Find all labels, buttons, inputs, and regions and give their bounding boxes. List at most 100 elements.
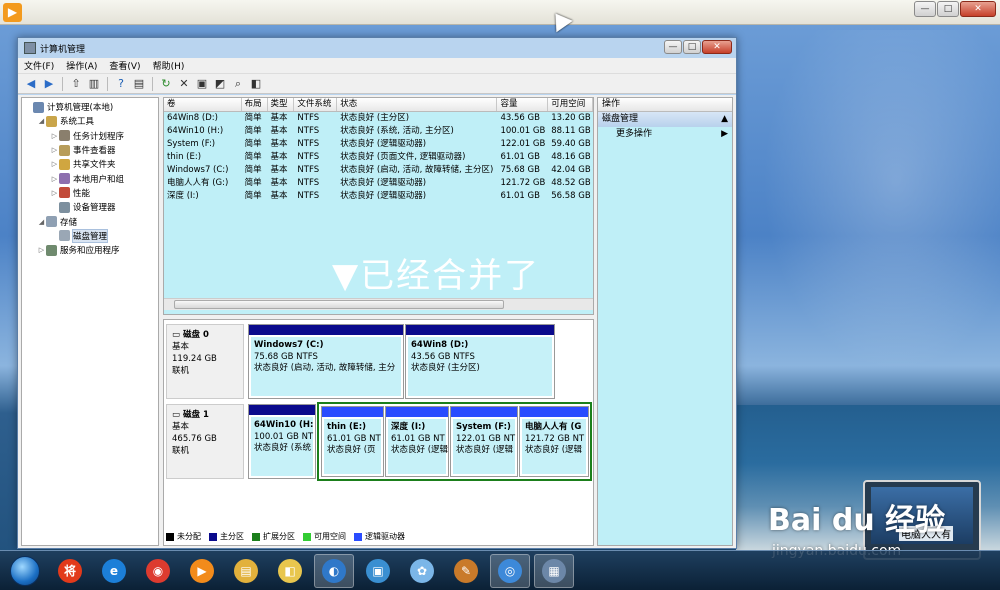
menu-help[interactable]: 帮助(H): [153, 59, 185, 72]
table-cell: NTFS: [297, 165, 320, 175]
disk-name: ▭ 磁盘 0: [172, 330, 209, 340]
tree-item[interactable]: ◢ 存储: [22, 214, 158, 228]
tree-item[interactable]: ▷ 共享文件夹: [22, 157, 158, 171]
forward-arrow-icon[interactable]: ▶: [42, 77, 56, 91]
taskbar-app[interactable]: ◧: [270, 554, 310, 588]
taskbar-app[interactable]: 将: [50, 554, 90, 588]
partition-64win10[interactable]: 64Win10 (H: 100.01 GB NT 状态良好 (系统: [248, 404, 316, 479]
tool-icon: ✿: [410, 558, 434, 583]
refresh-icon[interactable]: ↻: [159, 77, 173, 91]
close-icon[interactable]: ✕: [702, 40, 732, 54]
back-arrow-icon[interactable]: ◀: [24, 77, 38, 91]
viewer-logo-icon[interactable]: ▶: [3, 3, 22, 22]
menu-view[interactable]: 查看(V): [109, 59, 140, 72]
menu-action[interactable]: 操作(A): [66, 59, 97, 72]
table-cell: NTFS: [297, 178, 320, 188]
table-row[interactable]: 64Win8 (D:) 简单 基本 NTFS 状态良好 (主分区) 43.56 GB 13.…: [164, 112, 593, 125]
partition-shendu[interactable]: 深度 (I:) 61.01 GB NT 状态良好 (逻辑: [385, 406, 449, 477]
minimize-icon[interactable]: —: [664, 40, 682, 54]
table-cell: 状态良好 (页面文件, 逻辑驱动器): [340, 152, 466, 162]
partition-windows7[interactable]: Windows7 (C:) 75.68 GB NTFS 状态良好 (启动, 活动…: [248, 324, 404, 399]
column-header-filesystem[interactable]: 文件系统: [294, 98, 338, 111]
tree-item[interactable]: 计算机管理(本地): [22, 100, 158, 114]
tree-item-label: 计算机管理(本地): [47, 103, 114, 114]
expand-arrow-icon[interactable]: ▷: [50, 175, 59, 183]
expand-arrow-icon[interactable]: ▷: [50, 189, 59, 197]
disk-size: 465.76 GB: [172, 434, 217, 444]
table-row[interactable]: 64Win10 (H:) 简单 基本 NTFS 状态良好 (系统, 活动, 主分区) 10…: [164, 125, 593, 138]
up-folder-icon[interactable]: ⇧: [69, 77, 83, 91]
tree-item[interactable]: ▷ 本地用户和组: [22, 171, 158, 185]
scrollbar-thumb[interactable]: [174, 300, 504, 309]
horizontal-scrollbar[interactable]: [164, 298, 593, 310]
tree-item[interactable]: ▷ 性能: [22, 186, 158, 200]
tree-item[interactable]: ◢ 系统工具: [22, 114, 158, 128]
column-header-layout[interactable]: 布局: [242, 98, 268, 111]
explorer-icon: ▤: [234, 558, 258, 583]
maximize-icon[interactable]: □: [937, 1, 959, 17]
partition-64win8[interactable]: 64Win8 (D:) 43.56 GB NTFS 状态良好 (主分区): [405, 324, 555, 399]
expand-arrow-icon[interactable]: ▷: [50, 146, 59, 154]
table-cell: 基本: [270, 126, 288, 136]
taskbar-app[interactable]: ◉: [138, 554, 178, 588]
expand-arrow-icon[interactable]: ▷: [50, 132, 59, 140]
taskbar-app[interactable]: ▣: [358, 554, 398, 588]
remote-icon: ▣: [366, 558, 390, 583]
open-icon[interactable]: ◩: [213, 77, 227, 91]
expand-arrow-icon[interactable]: ◢: [37, 218, 46, 226]
table-row[interactable]: System (F:) 简单 基本 NTFS 状态良好 (逻辑驱动器) 122.01 GB…: [164, 138, 593, 151]
partition-status: 状态良好 (系统: [254, 443, 312, 453]
taskbar-app[interactable]: ◎: [490, 553, 530, 588]
maximize-icon[interactable]: □: [683, 40, 701, 54]
column-header-volume[interactable]: 卷: [164, 98, 242, 111]
more-actions-item[interactable]: 更多操作 ▶: [598, 127, 732, 142]
column-header-free-space[interactable]: 可用空间: [548, 98, 593, 111]
partition-thin[interactable]: thin (E:) 61.01 GB NT 状态良好 (页: [321, 406, 384, 477]
minimize-icon[interactable]: —: [914, 1, 936, 17]
tree-item[interactable]: ▷ 事件查看器: [22, 143, 158, 157]
partition-system[interactable]: System (F:) 122.01 GB NT 状态良好 (逻辑: [450, 406, 518, 477]
annotation-text: ▼已经合并了: [332, 256, 541, 296]
actions-section-disk-management[interactable]: 磁盘管理 ▲: [598, 112, 732, 127]
expand-arrow-icon[interactable]: ▷: [37, 246, 46, 254]
taskbar-app[interactable]: ▦: [534, 553, 574, 588]
taskbar-app[interactable]: ✿: [402, 554, 442, 588]
legend-swatch: [252, 532, 260, 541]
expand-arrow-icon[interactable]: ▷: [50, 160, 59, 168]
partition-name: Windows7 (C:): [254, 340, 324, 350]
help-icon[interactable]: ?: [114, 77, 128, 91]
tree-item[interactable]: ▷ 服务和应用程序: [22, 243, 158, 257]
legend-swatch: [354, 532, 362, 541]
tree-item[interactable]: 磁盘管理: [22, 228, 158, 243]
delete-icon[interactable]: ✕: [177, 77, 191, 91]
table-row[interactable]: Windows7 (C:) 简单 基本 NTFS 状态良好 (启动, 活动, 故障转储,…: [164, 164, 593, 177]
table-row[interactable]: 电脑人人有 (G:) 简单 基本 NTFS 状态良好 (逻辑驱动器) 121.72 GB 4…: [164, 177, 593, 190]
taskbar-app[interactable]: ▶: [182, 554, 222, 588]
table-row[interactable]: 深度 (I:) 简单 基本 NTFS 状态良好 (逻辑驱动器) 61.01 GB 56.58…: [164, 190, 593, 203]
disk-tool-icon[interactable]: ◧: [249, 77, 263, 91]
expand-arrow-icon[interactable]: ◢: [37, 117, 46, 125]
table-row[interactable]: thin (E:) 简单 基本 NTFS 状态良好 (页面文件, 逻辑驱动器) 61.01…: [164, 151, 593, 164]
partition-diannaorenrenyou[interactable]: 电脑人人有 (G 121.72 GB NT 状态良好 (逻辑: [519, 406, 589, 477]
show-hide-tree-icon[interactable]: ▥: [87, 77, 101, 91]
properties-icon[interactable]: ▣: [195, 77, 209, 91]
taskbar-app[interactable]: ✎: [446, 554, 486, 588]
menu-file[interactable]: 文件(F): [24, 59, 54, 72]
column-header-type[interactable]: 类型: [268, 98, 295, 111]
disk-0-label[interactable]: ▭ 磁盘 0 基本 119.24 GB 联机: [166, 324, 244, 399]
column-header-status[interactable]: 状态: [337, 98, 498, 111]
start-button[interactable]: [10, 555, 40, 586]
taskbar-app[interactable]: ▤: [226, 554, 266, 588]
disk-1-label[interactable]: ▭ 磁盘 1 基本 465.76 GB 联机: [166, 404, 244, 479]
tree-item-label: 服务和应用程序: [60, 246, 120, 257]
taskbar-app[interactable]: e: [94, 554, 134, 588]
taskbar-app[interactable]: ◐: [314, 553, 354, 588]
search-icon[interactable]: ⌕: [231, 77, 245, 91]
tree-item[interactable]: 设备管理器: [22, 200, 158, 214]
toolbar: ◀ ▶ ⇧ ▥ ? ▤ ↻ ✕ ▣ ◩ ⌕ ◧: [18, 74, 736, 94]
close-icon[interactable]: ✕: [960, 1, 996, 17]
column-header-capacity[interactable]: 容量: [497, 98, 549, 111]
disk-type: 基本: [172, 422, 190, 432]
action-pane-icon[interactable]: ▤: [132, 77, 146, 91]
tree-item[interactable]: ▷ 任务计划程序: [22, 129, 158, 143]
